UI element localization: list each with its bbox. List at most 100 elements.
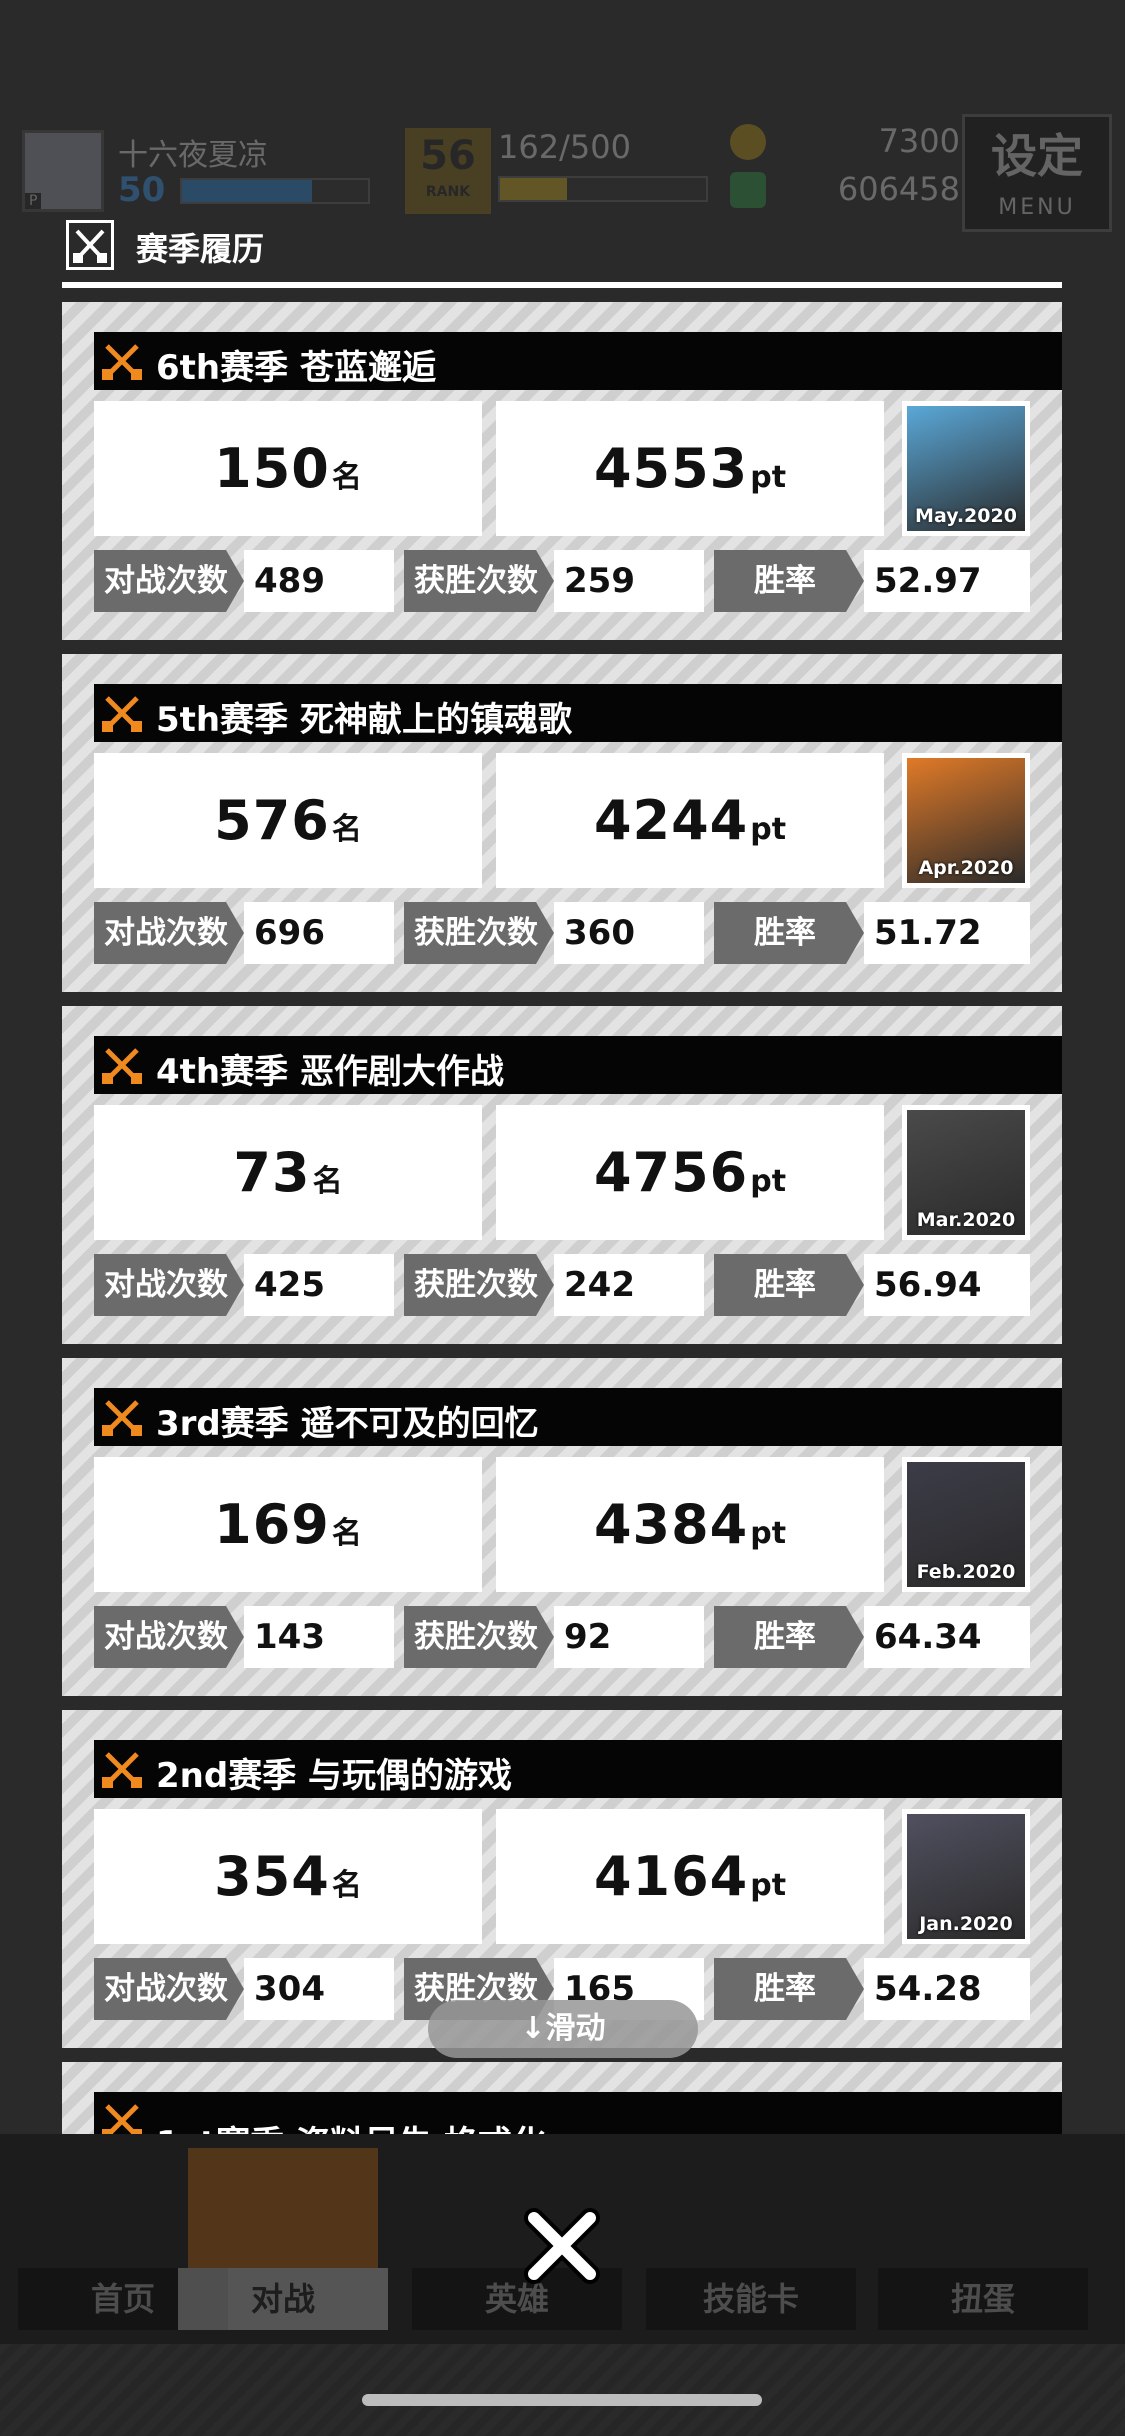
season-badge-label: Feb.2020	[916, 1561, 1016, 1583]
season-badge-label: May.2020	[915, 505, 1017, 527]
avatar: P	[22, 130, 104, 212]
crossed-swords-icon	[66, 220, 114, 270]
rank-progress-text: 162/500	[498, 128, 631, 166]
nav-tab[interactable]: 扭蛋	[868, 2144, 1098, 2334]
player-level: 50	[118, 170, 166, 210]
season-points: 4164	[593, 1845, 749, 1908]
season-card-partial: 1st赛季 资料尽失 格式化	[62, 2062, 1062, 2134]
season-history-header: 赛季履历	[62, 216, 1062, 288]
season-badge[interactable]: Jan.2020	[902, 1809, 1030, 1944]
panel-title: 赛季履历	[136, 230, 265, 268]
season-title: 5th赛季 死神献上的镇魂歌	[156, 700, 572, 740]
season-badge[interactable]: May.2020	[902, 401, 1030, 536]
battles-label: 对战次数	[94, 1958, 244, 2020]
nav-tab-label: 技能卡	[646, 2268, 856, 2330]
wins-value: 92	[554, 1606, 704, 1668]
season-title-bar: 5th赛季 死神献上的镇魂歌	[94, 684, 1062, 742]
gold-value: 7300	[878, 122, 960, 160]
wins-stat: 获胜次数 242	[404, 1254, 704, 1316]
home-indicator[interactable]	[362, 2394, 762, 2406]
nav-tab[interactable]: 技能卡	[636, 2144, 866, 2334]
winrate-value: 51.72	[864, 902, 1030, 964]
wins-value: 242	[554, 1254, 704, 1316]
winrate-stat: 胜率 51.72	[714, 902, 1030, 964]
season-card: 4th赛季 恶作剧大作战 73名 4756pt Mar.2020 对战次数 425 获胜次数…	[62, 1006, 1062, 1344]
season-badge[interactable]: Apr.2020	[902, 753, 1030, 888]
wins-stat: 获胜次数 259	[404, 550, 704, 612]
season-title: 1st赛季 资料尽失 格式化	[156, 2116, 546, 2134]
wins-label: 获胜次数	[404, 902, 554, 964]
battles-stat: 对战次数 304	[94, 1958, 394, 2020]
rank-unit: 名	[331, 1868, 362, 1903]
winrate-value: 56.94	[864, 1254, 1030, 1316]
scroll-hint: ↓滑动	[428, 2000, 698, 2058]
battles-stat: 对战次数 425	[94, 1254, 394, 1316]
header-divider	[62, 282, 1062, 288]
season-title-bar: 3rd赛季 遥不可及的回忆	[94, 1388, 1062, 1446]
season-rank-box: 150名	[94, 401, 482, 536]
season-title-bar: 2nd赛季 与玩偶的游戏	[94, 1740, 1062, 1798]
gamepad-icon	[188, 2148, 378, 2268]
avatar-tag: P	[25, 193, 42, 209]
crossed-swords-icon	[102, 2104, 142, 2134]
winrate-label: 胜率	[714, 1254, 864, 1316]
nav-tab[interactable]: 对战	[168, 2144, 398, 2334]
winrate-stat: 胜率 54.28	[714, 1958, 1030, 2020]
battles-value: 696	[244, 902, 394, 964]
season-points: 4756	[593, 1141, 749, 1204]
season-badge[interactable]: Feb.2020	[902, 1457, 1030, 1592]
season-card: 3rd赛季 遥不可及的回忆 169名 4384pt Feb.2020 对战次数 143 获胜…	[62, 1358, 1062, 1696]
season-points: 4384	[593, 1493, 749, 1556]
winrate-label: 胜率	[714, 1606, 864, 1668]
rank-progress-fill	[500, 178, 567, 200]
rank-badge: 56 RANK	[405, 128, 491, 214]
battles-value: 489	[244, 550, 394, 612]
season-badge[interactable]: Mar.2020	[902, 1105, 1030, 1240]
season-points-box: 4756pt	[496, 1105, 884, 1240]
season-badge-icon: Mar.2020	[907, 1110, 1025, 1235]
season-badge-icon: Feb.2020	[907, 1462, 1025, 1587]
season-rank: 169	[214, 1493, 330, 1556]
wins-label: 获胜次数	[404, 1606, 554, 1668]
nav-tab-label: 对战	[178, 2268, 388, 2330]
season-points-box: 4164pt	[496, 1809, 884, 1944]
season-title-bar: 6th赛季 苍蓝邂逅	[94, 332, 1062, 390]
season-title-bar: 4th赛季 恶作剧大作战	[94, 1036, 1062, 1094]
season-rank: 150	[214, 437, 330, 500]
winrate-value: 52.97	[864, 550, 1030, 612]
season-rank-box: 576名	[94, 753, 482, 888]
gold-currency: 7300	[730, 122, 960, 162]
close-button[interactable]	[512, 2196, 612, 2296]
battles-stat: 对战次数 489	[94, 550, 394, 612]
rank-number: 56	[420, 133, 476, 179]
points-unit: pt	[750, 1516, 787, 1551]
crossed-swords-icon	[102, 344, 142, 380]
season-rank-box: 354名	[94, 1809, 482, 1944]
season-badge-label: Apr.2020	[918, 857, 1014, 879]
winrate-label: 胜率	[714, 1958, 864, 2020]
season-points: 4553	[593, 437, 749, 500]
season-title: 6th赛季 苍蓝邂逅	[156, 348, 436, 388]
points-unit: pt	[750, 460, 787, 495]
season-title-bar: 1st赛季 资料尽失 格式化	[94, 2092, 1062, 2134]
season-list[interactable]: 6th赛季 苍蓝邂逅 150名 4553pt May.2020 对战次数 489 获胜次数 2…	[62, 302, 1062, 2134]
wins-stat: 获胜次数 92	[404, 1606, 704, 1668]
close-icon	[524, 2208, 600, 2284]
season-title: 3rd赛季 遥不可及的回忆	[156, 1404, 539, 1444]
gold-coin-icon	[730, 124, 766, 160]
rank-unit: 名	[331, 1516, 362, 1551]
battles-label: 对战次数	[94, 1254, 244, 1316]
gacha-icon	[888, 2148, 1078, 2268]
wins-label: 获胜次数	[404, 1254, 554, 1316]
rank-label: RANK	[425, 184, 471, 200]
gem-icon	[730, 172, 766, 208]
season-title: 2nd赛季 与玩偶的游戏	[156, 1756, 513, 1796]
settings-menu-button[interactable]: 设定 MENU	[962, 114, 1112, 232]
winrate-value: 54.28	[864, 1958, 1030, 2020]
winrate-stat: 胜率 56.94	[714, 1254, 1030, 1316]
season-rank: 576	[214, 789, 330, 852]
points-unit: pt	[750, 1868, 787, 1903]
season-points-box: 4384pt	[496, 1457, 884, 1592]
season-points-box: 4244pt	[496, 753, 884, 888]
season-card: 2nd赛季 与玩偶的游戏 354名 4164pt Jan.2020 对战次数 304 获胜次…	[62, 1710, 1062, 2048]
